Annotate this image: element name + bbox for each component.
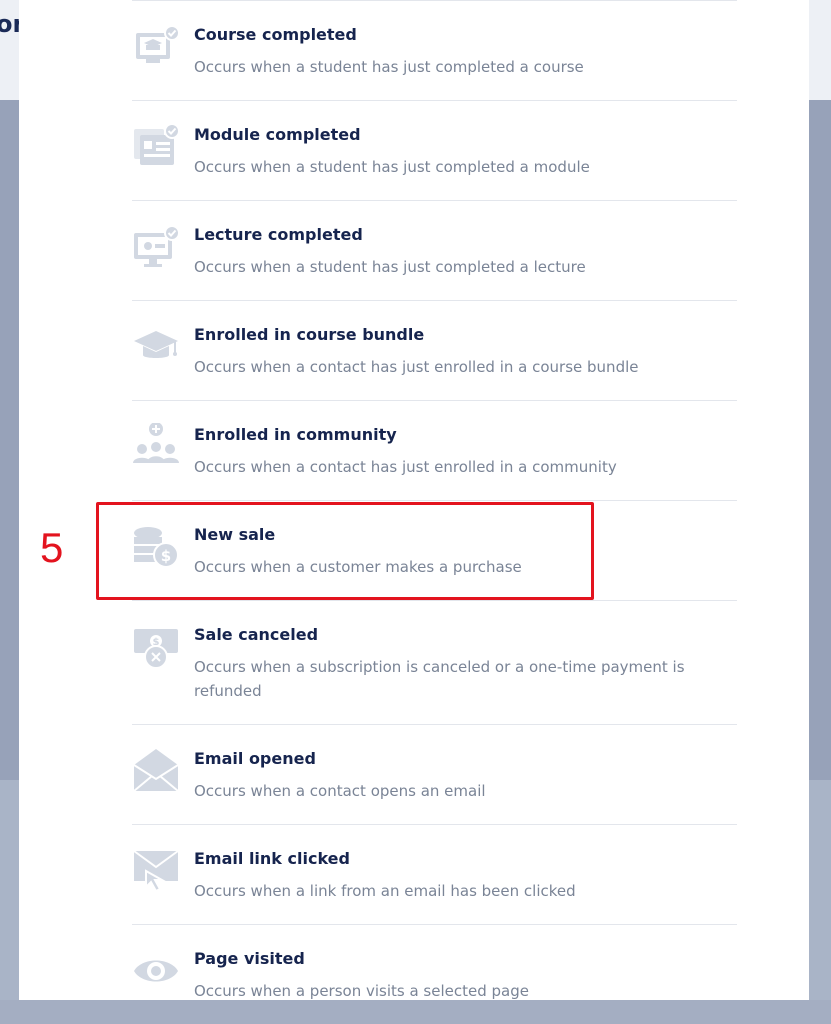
trigger-item-sale-canceled[interactable]: $ Sale canceled Occurs when a subscripti… — [132, 600, 737, 724]
course-completed-icon — [132, 23, 180, 71]
trigger-description: Occurs when a contact opens an email — [194, 782, 486, 800]
sale-canceled-icon: $ — [132, 623, 180, 671]
trigger-item-module-completed[interactable]: Module completed Occurs when a student h… — [132, 100, 737, 200]
trigger-title: Sale canceled — [194, 625, 319, 644]
graduation-cap-icon — [132, 323, 180, 371]
step-number-annotation: 5 — [40, 524, 64, 571]
trigger-selection-modal: Course completed Occurs when a student h… — [19, 0, 809, 1000]
lecture-completed-icon — [132, 223, 180, 271]
trigger-title: Enrolled in community — [194, 425, 397, 444]
eye-icon — [132, 947, 180, 995]
trigger-description: Occurs when a contact has just enrolled … — [194, 358, 639, 376]
email-link-click-icon — [132, 847, 180, 895]
trigger-item-email-link-clicked[interactable]: Email link clicked Occurs when a link fr… — [132, 824, 737, 924]
trigger-item-enrolled-in-community[interactable]: Enrolled in community Occurs when a cont… — [132, 400, 737, 500]
trigger-title: Module completed — [194, 125, 361, 144]
community-icon — [132, 423, 180, 471]
envelope-open-icon — [132, 747, 180, 795]
trigger-title: Page visited — [194, 949, 305, 968]
trigger-description: Occurs when a contact has just enrolled … — [194, 458, 617, 476]
trigger-description: Occurs when a student has just completed… — [194, 158, 590, 176]
trigger-title: Lecture completed — [194, 225, 363, 244]
trigger-description: Occurs when a subscription is canceled o… — [194, 658, 685, 700]
trigger-description: Occurs when a link from an email has bee… — [194, 882, 576, 900]
trigger-title: Enrolled in course bundle — [194, 325, 425, 344]
trigger-description: Occurs when a person visits a selected p… — [194, 982, 529, 1000]
module-completed-icon — [132, 123, 180, 171]
trigger-title: Email opened — [194, 749, 316, 768]
trigger-title: Email link clicked — [194, 849, 350, 868]
trigger-title: Course completed — [194, 25, 357, 44]
trigger-description: Occurs when a student has just completed… — [194, 258, 586, 276]
trigger-item-course-completed[interactable]: Course completed Occurs when a student h… — [132, 0, 737, 100]
trigger-item-page-visited[interactable]: Page visited Occurs when a person visits… — [132, 924, 737, 1024]
trigger-item-lecture-completed[interactable]: Lecture completed Occurs when a student … — [132, 200, 737, 300]
trigger-description: Occurs when a student has just completed… — [194, 58, 584, 76]
trigger-item-email-opened[interactable]: Email opened Occurs when a contact opens… — [132, 724, 737, 824]
highlight-annotation-box — [96, 502, 594, 600]
trigger-item-enrolled-in-course-bundle[interactable]: Enrolled in course bundle Occurs when a … — [132, 300, 737, 400]
